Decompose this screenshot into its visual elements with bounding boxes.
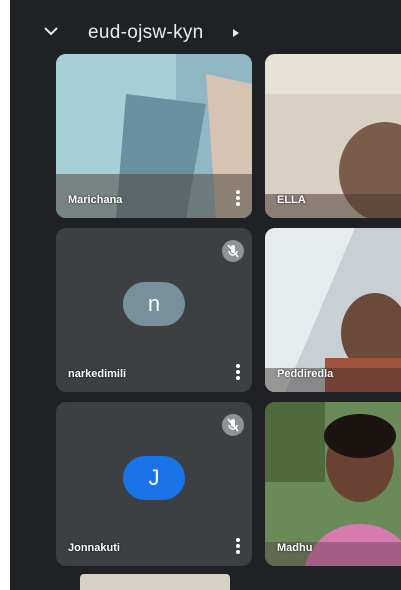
participant-tile[interactable]: Peddiredla	[265, 228, 401, 392]
caret-right-icon[interactable]	[232, 28, 240, 38]
participant-tile[interactable]: Madhu	[265, 402, 401, 566]
meeting-code[interactable]: eud-ojsw-kyn	[88, 22, 204, 44]
mic-muted-icon	[222, 414, 244, 436]
meeting-header: eud-ojsw-kyn	[10, 0, 401, 60]
more-options-icon[interactable]	[236, 538, 240, 554]
participant-name: Peddiredla	[277, 368, 334, 380]
avatar: J	[123, 456, 185, 500]
participant-name: ELLA	[277, 194, 306, 206]
participant-tile-partial	[80, 574, 230, 590]
avatar-initial: n	[147, 291, 161, 316]
more-options-icon[interactable]	[236, 190, 240, 206]
participant-tile[interactable]: ELLA	[265, 54, 401, 218]
participant-tile[interactable]: J Jonnakuti	[56, 402, 252, 566]
avatar: n	[123, 282, 185, 326]
meet-screen: eud-ojsw-kyn Marichana ELLA n narkedimil…	[10, 0, 401, 590]
participant-tile[interactable]: Marichana	[56, 54, 252, 218]
more-options-icon[interactable]	[236, 364, 240, 380]
participant-name: Marichana	[68, 194, 123, 206]
participant-tile[interactable]: n narkedimili	[56, 228, 252, 392]
participant-name: narkedimili	[68, 368, 127, 380]
mic-muted-icon	[222, 240, 244, 262]
participant-name: Jonnakuti	[68, 542, 120, 554]
avatar-initial: J	[148, 465, 160, 490]
chevron-down-icon[interactable]	[44, 26, 58, 36]
participant-name: Madhu	[277, 542, 313, 554]
